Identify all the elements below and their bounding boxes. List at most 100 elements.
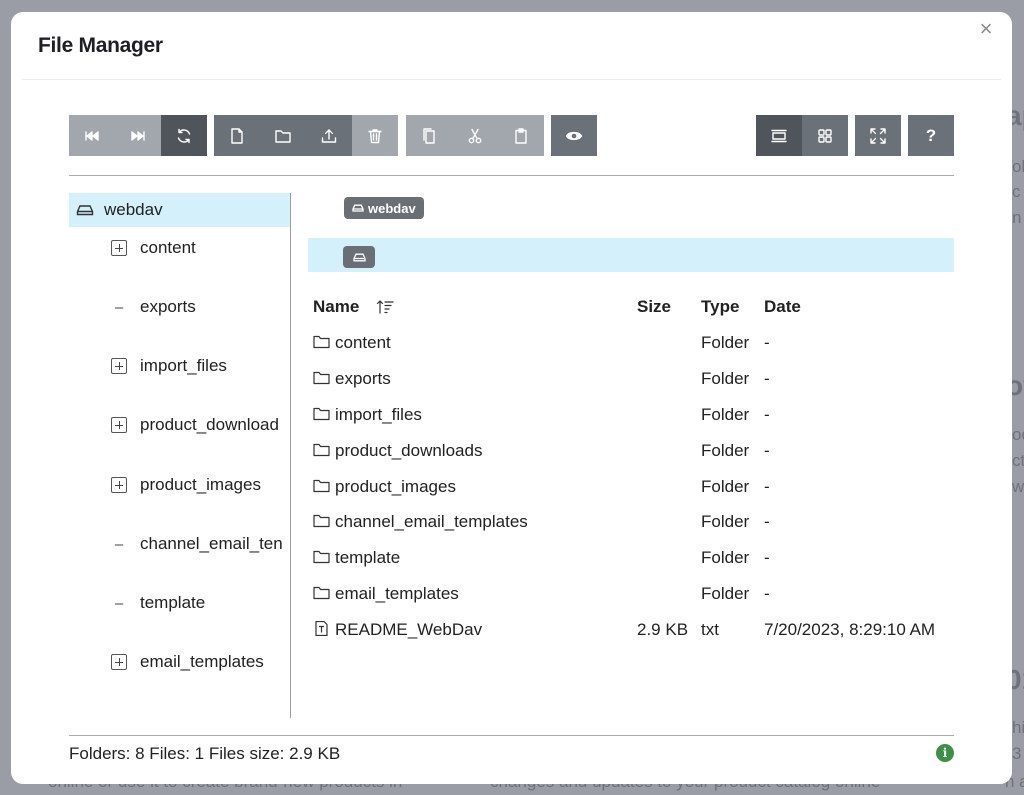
current-folder-row[interactable] (308, 238, 954, 272)
tree-item-label: product_download (140, 415, 279, 434)
preview-button[interactable] (551, 115, 597, 156)
tree-item-channel-email-templates[interactable]: – channel_email_ten (111, 531, 283, 557)
tree-item-product-downloads[interactable]: product_download (111, 412, 279, 438)
table-row[interactable]: content Folder - (311, 328, 956, 358)
delete-button[interactable] (352, 115, 398, 156)
tree-item-email-templates[interactable]: email_templates (111, 649, 264, 675)
file-name: template (335, 548, 401, 567)
toolbar-navigation-group (69, 115, 207, 156)
bg-fragment: od (1012, 425, 1024, 444)
folder-icon (313, 442, 330, 457)
leaf-dash-icon: – (114, 535, 124, 553)
file-type: Folder (701, 477, 750, 496)
toolbar-fullscreen-group (855, 115, 901, 156)
toolbar-view-group (756, 115, 848, 156)
file-name: README_WebDav (335, 620, 483, 639)
list-view-button[interactable] (756, 115, 802, 156)
table-row[interactable]: README_WebDav 2.9 KB txt 7/20/2023, 8:29… (311, 615, 956, 645)
paste-button[interactable] (498, 115, 544, 156)
file-date: - (764, 369, 770, 388)
tree-item-label: import_files (140, 356, 227, 375)
back-icon (85, 130, 99, 141)
tree-item-label: template (140, 593, 206, 612)
file-name: exports (335, 369, 391, 388)
expand-icon[interactable] (111, 477, 127, 493)
folder-tree: webdav content – exports import_files pr… (69, 193, 290, 718)
file-type: Folder (701, 584, 750, 603)
list-view-icon (771, 129, 787, 142)
expand-icon[interactable] (111, 654, 127, 670)
folder-icon (313, 478, 330, 493)
folder-icon (313, 334, 330, 349)
copy-icon (423, 127, 435, 144)
table-row[interactable]: product_downloads Folder - (311, 436, 956, 466)
new-file-button[interactable] (214, 115, 260, 156)
expand-icon[interactable] (111, 417, 127, 433)
grid-view-icon (818, 128, 832, 143)
refresh-icon (177, 128, 191, 143)
expand-icon[interactable] (111, 358, 127, 374)
header-divider (22, 79, 1001, 80)
expand-icon[interactable] (111, 240, 127, 256)
column-header-name[interactable]: Name (313, 297, 359, 317)
tree-item-content[interactable]: content (111, 235, 196, 261)
column-header-date[interactable]: Date (764, 297, 801, 317)
file-manager-modal: File Manager × ? webdav content – export… (11, 12, 1012, 784)
drive-icon (352, 253, 366, 261)
new-folder-button[interactable] (260, 115, 306, 156)
leaf-dash-icon: – (114, 298, 124, 316)
table-row[interactable]: product_images Folder - (311, 472, 956, 502)
upload-button[interactable] (306, 115, 352, 156)
file-name: email_templates (335, 584, 459, 603)
refresh-button[interactable] (161, 115, 207, 156)
file-type: Folder (701, 441, 750, 460)
file-name: content (335, 333, 391, 352)
tree-item-label: product_images (140, 475, 261, 494)
toolbar-help-group: ? (908, 115, 954, 156)
cut-button[interactable] (452, 115, 498, 156)
column-header-type[interactable]: Type (701, 297, 739, 317)
bg-fragment: hi (1012, 718, 1024, 737)
grid-view-button[interactable] (802, 115, 848, 156)
folder-icon (313, 585, 330, 600)
bg-fragment: 3 (1012, 744, 1022, 763)
info-icon[interactable]: i (936, 744, 954, 762)
tree-item-template[interactable]: – template (111, 590, 205, 616)
file-type: Folder (701, 369, 750, 388)
fullscreen-button[interactable] (855, 115, 901, 156)
eye-icon (565, 131, 583, 140)
file-date: - (764, 441, 770, 460)
column-header-size[interactable]: Size (637, 297, 671, 317)
file-size: 2.9 KB (637, 620, 689, 639)
copy-button[interactable] (406, 115, 452, 156)
back-button[interactable] (69, 115, 115, 156)
parent-folder-button[interactable] (343, 246, 375, 268)
folder-icon (313, 549, 330, 564)
table-row[interactable]: channel_email_templates Folder - (311, 507, 956, 537)
tree-root-webdav[interactable]: webdav (69, 193, 290, 227)
table-row[interactable]: template Folder - (311, 543, 956, 573)
toolbar-create-group (214, 115, 398, 156)
tree-item-import-files[interactable]: import_files (111, 353, 227, 379)
table-row[interactable]: email_templates Folder - (311, 579, 956, 609)
folder-icon (313, 406, 330, 421)
tree-item-product-images[interactable]: product_images (111, 472, 261, 498)
file-type: txt (701, 620, 719, 639)
breadcrumb-label: webdav (368, 200, 416, 216)
close-icon[interactable]: × (975, 18, 997, 40)
tree-item-label: channel_email_ten (140, 534, 283, 553)
file-date: - (764, 548, 770, 567)
footer-divider (69, 735, 954, 736)
help-button[interactable]: ? (908, 115, 954, 156)
drive-icon (76, 205, 94, 216)
sort-ascending-icon[interactable] (376, 299, 394, 315)
toolbar-divider (69, 175, 954, 176)
table-row[interactable]: import_files Folder - (311, 400, 956, 430)
table-row[interactable]: exports Folder - (311, 364, 956, 394)
forward-button[interactable] (115, 115, 161, 156)
file-date: - (764, 477, 770, 496)
breadcrumb[interactable]: webdav (344, 197, 424, 219)
tree-panel-divider[interactable] (290, 193, 291, 718)
tree-item-exports[interactable]: – exports (111, 294, 196, 320)
folder-icon (313, 370, 330, 385)
